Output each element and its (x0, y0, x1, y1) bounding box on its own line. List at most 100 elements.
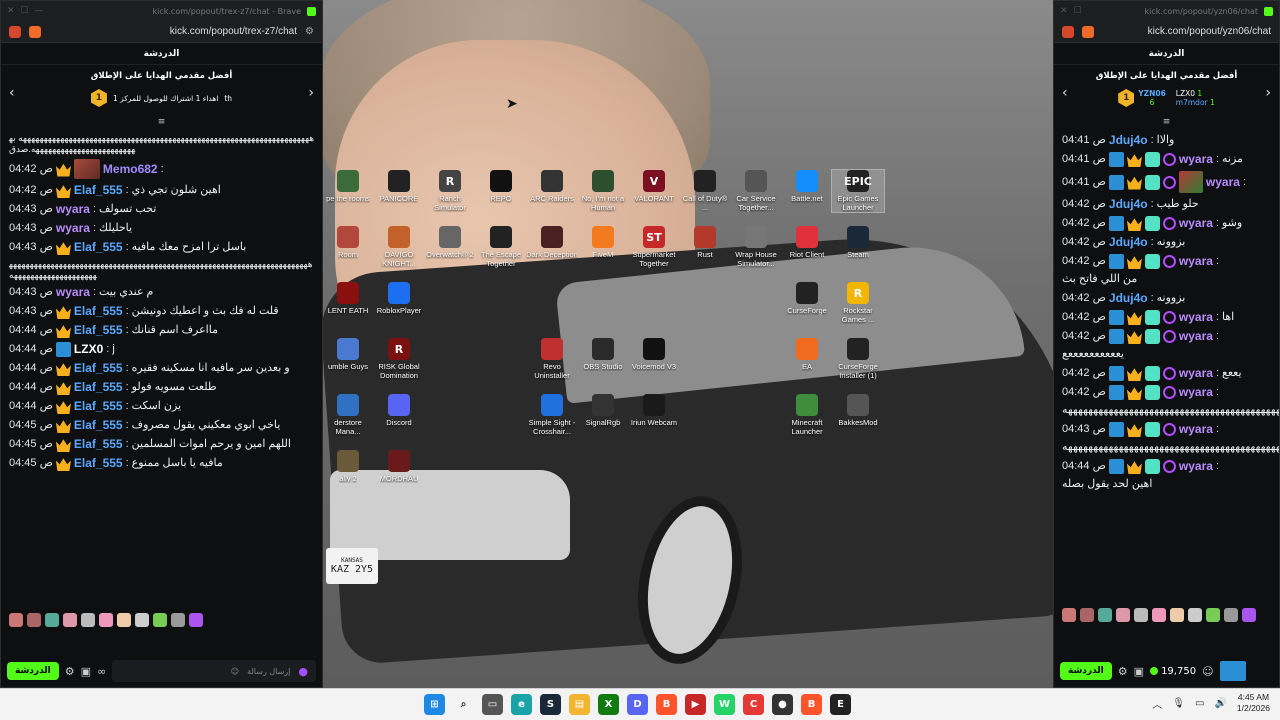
message-username[interactable]: wyara (1179, 385, 1213, 400)
desktop-icon[interactable]: ally 2 (322, 450, 374, 483)
emote-icon[interactable] (1188, 608, 1202, 622)
message-input[interactable]: ☺ إرسال رسالة ● (112, 660, 316, 682)
desktop-icon[interactable]: PANICORE (373, 170, 425, 203)
message-username[interactable]: Jduj4o (1109, 197, 1148, 212)
gift-icon[interactable]: ▣ (81, 665, 91, 678)
desktop-icon[interactable]: Car Service Together... (730, 170, 782, 212)
message-username[interactable]: wyara (56, 202, 90, 217)
video-editor-icon[interactable]: ▶ (685, 694, 706, 715)
emote-icon[interactable] (153, 613, 167, 627)
emote-icon[interactable] (1242, 608, 1256, 622)
emote-icon[interactable] (1170, 608, 1184, 622)
filter-icon[interactable]: ≡ (1054, 117, 1279, 129)
brave-icon[interactable] (1062, 25, 1074, 38)
desktop-icon[interactable]: MORDHAU (373, 450, 425, 483)
message-username[interactable]: LZX0 (74, 342, 103, 357)
whatsapp-icon[interactable]: W (714, 694, 735, 715)
chat-button[interactable]: الدردشة (1060, 662, 1112, 680)
file-explorer-icon[interactable]: ▤ (569, 694, 590, 715)
message-username[interactable]: Memo682 (103, 162, 158, 177)
message-username[interactable]: Jduj4o (1109, 235, 1148, 250)
desktop-icon[interactable]: The Escape Together (475, 226, 527, 268)
xbox-icon[interactable]: X (598, 694, 619, 715)
mic-icon[interactable]: ● (298, 665, 308, 678)
close-icon[interactable]: ✕ (1060, 6, 1068, 16)
filter-icon[interactable]: ≡ (1, 117, 322, 129)
message-username[interactable]: wyara (1179, 310, 1213, 325)
steam-icon[interactable]: S (540, 694, 561, 715)
emote-icon[interactable] (135, 613, 149, 627)
brave-shield-icon[interactable] (1264, 6, 1273, 16)
epic-icon[interactable]: E (830, 694, 851, 715)
emote-icon[interactable] (1080, 608, 1094, 622)
channel-points[interactable]: 19,750 (1150, 666, 1196, 677)
emote-icon[interactable] (9, 613, 23, 627)
emote-icon[interactable] (1206, 608, 1220, 622)
desktop-icon[interactable]: V VALORANT (628, 170, 680, 203)
chevron-right-icon[interactable]: › (1265, 85, 1271, 101)
emote-icon[interactable] (171, 613, 185, 627)
chevron-right-icon[interactable]: › (308, 85, 314, 101)
desktop-icon[interactable]: Battle.net (781, 170, 833, 203)
message-username[interactable]: wyara (1206, 175, 1240, 190)
message-username[interactable]: Elaf_555 (74, 361, 123, 376)
desktop-icon[interactable]: R RISK Global Domination (373, 338, 425, 380)
emoji-icon[interactable]: ☺ (231, 667, 239, 676)
emote-icon[interactable] (27, 613, 41, 627)
message-username[interactable]: wyara (1179, 366, 1213, 381)
message-username[interactable]: wyara (1179, 329, 1213, 344)
desktop-icon[interactable]: RobloxPlayer (373, 282, 425, 315)
message-username[interactable]: Elaf_555 (74, 418, 123, 433)
desktop-icon[interactable]: BakkesMod (832, 394, 884, 427)
desktop-icon[interactable]: SignalRgb (577, 394, 629, 427)
desktop-icon[interactable]: FiveM (577, 226, 629, 259)
chevron-left-icon[interactable]: ‹ (9, 85, 15, 101)
desktop-icon[interactable]: Voicemod V3 (628, 338, 680, 371)
message-username[interactable]: Elaf_555 (74, 380, 123, 395)
message-username[interactable]: wyara (1179, 254, 1213, 269)
desktop-icon[interactable]: DAVIGO KNIGHT... (373, 226, 425, 268)
desktop-icon[interactable]: Discord (373, 394, 425, 427)
chrome-icon[interactable]: C (743, 694, 764, 715)
message-username[interactable]: Jduj4o (1109, 133, 1148, 148)
emote-icon[interactable] (99, 613, 113, 627)
message-username[interactable]: wyara (56, 221, 90, 236)
message-username[interactable]: Elaf_555 (74, 437, 123, 452)
desktop-icon[interactable]: ARC Raiders (526, 170, 578, 203)
emote-icon[interactable] (81, 613, 95, 627)
desktop-icon[interactable]: LENT EATH (322, 282, 374, 315)
emote-icon[interactable] (1098, 608, 1112, 622)
volume-icon[interactable]: 🔊 (1214, 698, 1226, 709)
emote-icon[interactable] (1062, 608, 1076, 622)
settings-icon[interactable]: ⚙ (65, 665, 75, 678)
desktop-icon[interactable]: Revo Uninstaller (526, 338, 578, 380)
message-username[interactable]: wyara (1179, 422, 1213, 437)
clock[interactable]: 4:45 AM 1/2/2026 (1237, 692, 1270, 714)
message-username[interactable]: wyara (1179, 459, 1213, 474)
desktop-icon[interactable]: REPO (475, 170, 527, 203)
desktop-icon[interactable]: umble Guys (322, 338, 374, 371)
desktop-icon[interactable]: EPIC Epic Games Launcher (831, 169, 885, 213)
desktop-icon[interactable]: No, I'm not a Human (577, 170, 629, 212)
desktop-icon[interactable]: CurseForge Installer (1) (832, 338, 884, 380)
message-username[interactable]: Elaf_555 (74, 304, 123, 319)
gift-icon[interactable]: ▣ (1134, 665, 1144, 678)
discord-icon[interactable]: D (627, 694, 648, 715)
desktop-icon[interactable]: Wrap House Simulator... (730, 226, 782, 268)
desktop-icon[interactable]: Overwatch® 2 (424, 226, 476, 259)
desktop-icon[interactable]: Call of Duty® ... (679, 170, 731, 212)
chat-button[interactable]: الدردشة (7, 662, 59, 680)
desktop-icon[interactable]: Minecraft Launcher (781, 394, 833, 436)
emote-icon[interactable] (45, 613, 59, 627)
emote-icon[interactable] (1152, 608, 1166, 622)
brave-rewards-icon[interactable] (1082, 25, 1094, 38)
desktop-icon[interactable]: Room (322, 226, 374, 259)
message-username[interactable]: Jduj4o (1109, 291, 1148, 306)
brave-rewards-icon[interactable] (29, 25, 41, 38)
brave-icon[interactable] (9, 25, 21, 38)
desktop-icon[interactable]: derstore Mana... (322, 394, 374, 436)
desktop-icon[interactable]: EA (781, 338, 833, 371)
message-username[interactable]: Elaf_555 (74, 240, 123, 255)
desktop-icon[interactable]: OBS Studio (577, 338, 629, 371)
emote-icon[interactable] (1116, 608, 1130, 622)
